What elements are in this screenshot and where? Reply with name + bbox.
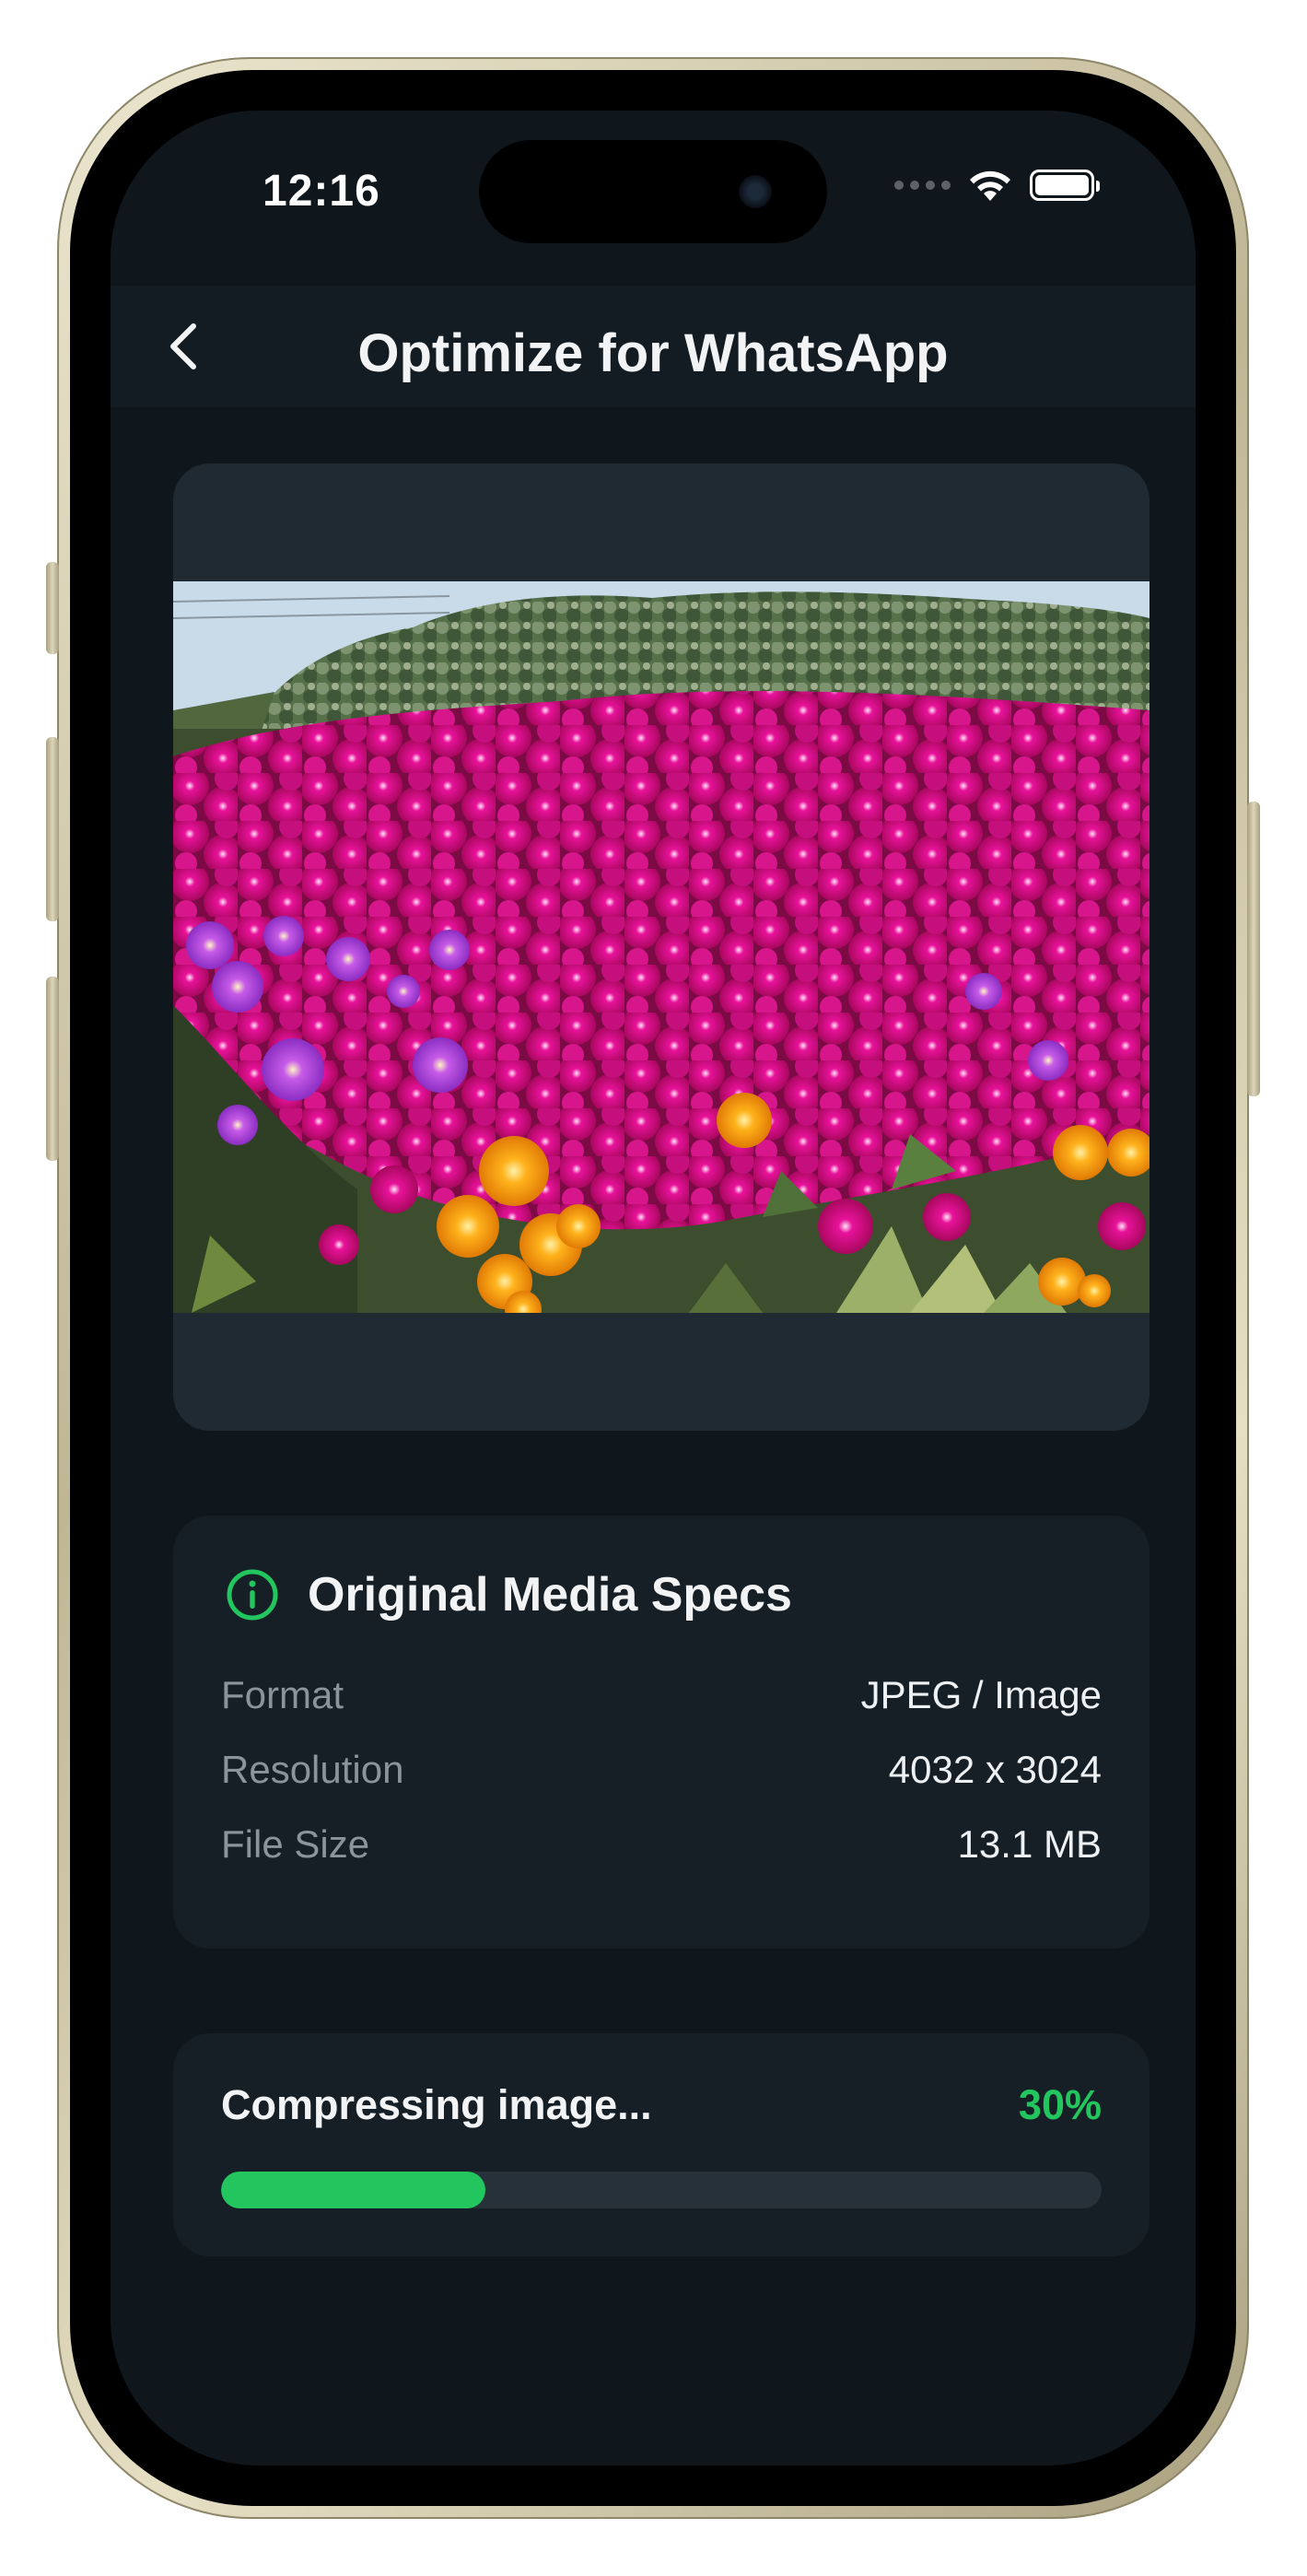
power-button bbox=[1247, 802, 1260, 1096]
spec-value: JPEG / Image bbox=[860, 1673, 1102, 1716]
progress-label: Compressing image... bbox=[221, 2081, 652, 2128]
spec-row-resolution: Resolution 4032 x 3024 bbox=[221, 1742, 1102, 1797]
specs-header: Original Media Specs bbox=[225, 1567, 792, 1622]
compression-progress-card: Compressing image... 30% bbox=[173, 2033, 1149, 2256]
status-icons bbox=[894, 168, 1100, 203]
spec-row-format: Format JPEG / Image bbox=[221, 1668, 1102, 1723]
volume-up-button bbox=[46, 737, 59, 921]
screen: 12:16 Optimize for WhatsApp Original Med… bbox=[111, 111, 1196, 2465]
action-button bbox=[46, 562, 59, 654]
spec-value: 4032 x 3024 bbox=[888, 1748, 1102, 1791]
media-specs-card: Original Media Specs Format JPEG / Image… bbox=[173, 1516, 1149, 1949]
flower-photo bbox=[173, 581, 1149, 1313]
spec-label: Format bbox=[221, 1673, 344, 1716]
progress-fill bbox=[221, 2172, 485, 2208]
wifi-icon bbox=[970, 170, 1010, 201]
media-preview-card bbox=[173, 463, 1149, 1431]
navigation-bar: Optimize for WhatsApp bbox=[111, 286, 1196, 407]
spec-value: 13.1 MB bbox=[957, 1822, 1102, 1866]
status-time: 12:16 bbox=[263, 167, 380, 216]
dynamic-island bbox=[479, 140, 827, 243]
info-icon bbox=[227, 1569, 278, 1621]
progress-track bbox=[221, 2172, 1102, 2208]
battery-icon bbox=[1030, 170, 1100, 201]
spec-label: File Size bbox=[221, 1822, 370, 1866]
spec-row-file-size: File Size 13.1 MB bbox=[221, 1817, 1102, 1872]
camera-icon bbox=[739, 175, 772, 208]
cellular-signal-icon bbox=[894, 181, 951, 190]
specs-title: Original Media Specs bbox=[308, 1568, 792, 1622]
volume-down-button bbox=[46, 977, 59, 1161]
page-title: Optimize for WhatsApp bbox=[357, 323, 949, 383]
spec-label: Resolution bbox=[221, 1748, 404, 1791]
progress-percent: 30% bbox=[1018, 2081, 1102, 2128]
